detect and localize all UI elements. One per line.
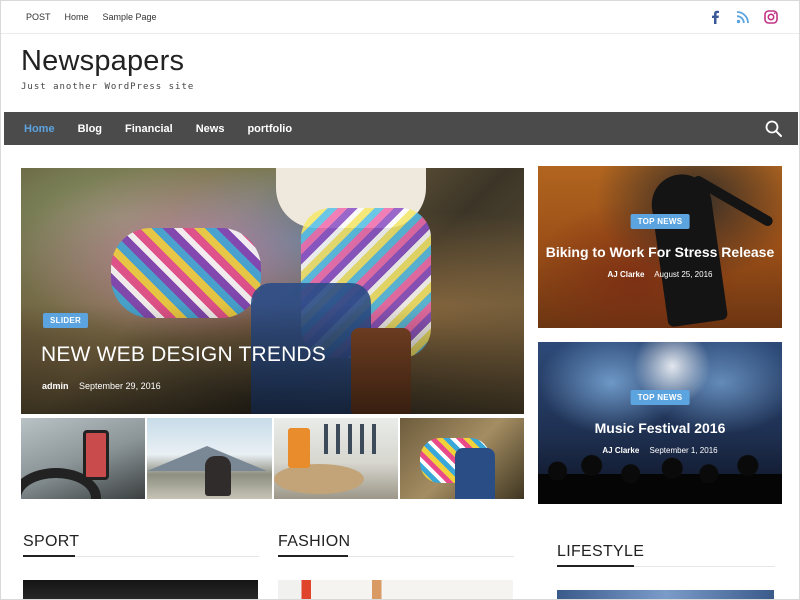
section-heading: SPORT: [23, 533, 80, 550]
section-heading: LIFESTYLE: [557, 543, 645, 560]
slider-title[interactable]: NEW WEB DESIGN TRENDS: [41, 343, 326, 367]
nav-item-blog[interactable]: Blog: [78, 123, 102, 135]
card-image-part: [538, 449, 782, 504]
site-title[interactable]: Newspapers: [21, 45, 184, 78]
social-links: [707, 9, 779, 25]
post-thumbnail[interactable]: [278, 580, 513, 599]
search-icon[interactable]: [764, 119, 784, 139]
section-underline: [278, 555, 348, 557]
page-frame: POST Home Sample Page Newspapers Just an…: [0, 0, 800, 600]
top-link-sample-page[interactable]: Sample Page: [103, 12, 157, 22]
section-rule: [75, 556, 259, 557]
slider-author[interactable]: admin: [42, 381, 69, 391]
thumb-image-part: [287, 428, 310, 468]
top-nav: POST Home Sample Page: [26, 12, 171, 22]
section-lifestyle: LIFESTYLE: [557, 543, 775, 567]
slider-thumbnail[interactable]: [147, 418, 272, 499]
nav-item-financial[interactable]: Financial: [125, 123, 173, 135]
section-fashion: FASHION: [278, 533, 514, 557]
nav-item-home[interactable]: Home: [24, 123, 55, 135]
thumb-image-part: [83, 430, 109, 480]
section-rule: [634, 566, 775, 567]
post-author[interactable]: AJ Clarke: [608, 270, 645, 279]
category-badge[interactable]: TOP NEWS: [630, 390, 690, 405]
slider-date: September 29, 2016: [79, 381, 161, 391]
top-link-home[interactable]: Home: [65, 12, 89, 22]
top-link-post[interactable]: POST: [26, 12, 51, 22]
main-slider[interactable]: SLIDER NEW WEB DESIGN TRENDS admin Septe…: [21, 168, 524, 414]
section-sport: SPORT: [23, 533, 259, 557]
post-date: August 25, 2016: [654, 270, 713, 279]
post-thumbnail[interactable]: [23, 580, 258, 599]
slider-category-badge[interactable]: SLIDER: [43, 313, 89, 328]
slider-meta: admin September 29, 2016: [42, 381, 161, 391]
thumb-image-part: [273, 464, 364, 494]
featured-post-card[interactable]: TOP NEWS Music Festival 2016 AJ Clarke S…: [538, 342, 782, 504]
thumb-image-part: [454, 448, 495, 499]
top-bar: POST Home Sample Page: [1, 1, 799, 34]
section-underline: [557, 565, 634, 567]
section-heading: FASHION: [278, 533, 351, 550]
thumb-image-part: [205, 456, 232, 496]
rss-icon[interactable]: [735, 9, 751, 25]
section-rule: [348, 556, 514, 557]
post-meta: AJ Clarke September 1, 2016: [538, 446, 782, 455]
instagram-icon[interactable]: [763, 9, 779, 25]
main-nav: Home Blog Financial News portfolio: [4, 112, 798, 145]
slider-thumbnail[interactable]: [21, 418, 146, 499]
slider-thumbnail[interactable]: [273, 418, 398, 499]
section-underline: [23, 555, 75, 557]
post-title[interactable]: Music Festival 2016: [538, 420, 782, 436]
thumb-image-part: [323, 424, 384, 454]
nav-item-portfolio[interactable]: portfolio: [247, 123, 292, 135]
facebook-icon[interactable]: [707, 9, 723, 25]
site-description: Just another WordPress site: [21, 82, 195, 92]
featured-post-card[interactable]: TOP NEWS Biking to Work For Stress Relea…: [538, 166, 782, 328]
post-date: September 1, 2016: [649, 446, 718, 455]
post-thumbnail[interactable]: [557, 590, 774, 599]
post-meta: AJ Clarke August 25, 2016: [538, 270, 782, 279]
category-badge[interactable]: TOP NEWS: [630, 214, 690, 229]
slider-thumbnail[interactable]: [399, 418, 524, 499]
post-title[interactable]: Biking to Work For Stress Release: [538, 244, 782, 260]
nav-item-news[interactable]: News: [196, 123, 225, 135]
slider-thumbnails: [21, 418, 524, 499]
post-author[interactable]: AJ Clarke: [602, 446, 639, 455]
